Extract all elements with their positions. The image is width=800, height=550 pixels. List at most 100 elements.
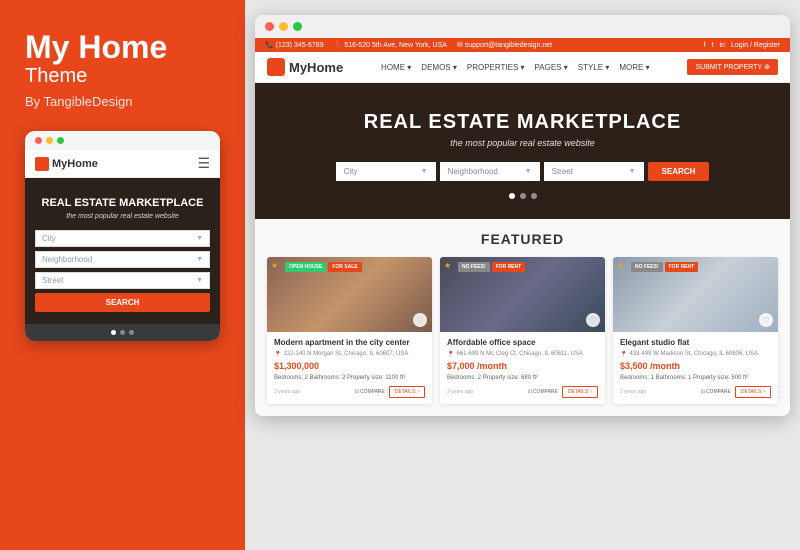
site-nav-links: HOME ▾ DEMOS ▾ PROPERTIES ▾ PAGES ▾ STYL… [381,63,650,72]
property-price-3: $3,500 /month [620,361,771,371]
property-card-3: ★ NO FEES! FOR RENT ♡ Elegant studio fla… [613,257,778,404]
submit-property-label: SUBMIT PROPERTY [695,64,762,71]
property-specs-1: Bedrooms: 2 Bathrooms: 2 Property size: … [274,375,425,381]
site-logo-icon [267,58,285,76]
mobile-logo: MyHome [35,157,98,171]
hero-neighborhood-select[interactable]: Neighborhood ▼ [440,162,540,181]
property-badges-3: NO FEES! FOR RENT [631,262,698,272]
details-arrow-1: › [417,389,419,395]
login-link[interactable]: Login / Register [731,42,780,49]
nav-more[interactable]: MORE ▾ [619,63,649,72]
social-tw-icon[interactable]: t [712,42,714,49]
property-heart-1[interactable]: ♡ [413,313,427,327]
hamburger-icon[interactable]: ☰ [197,155,210,172]
mobile-street-select[interactable]: Street ▼ [35,272,210,289]
phone-number: (123) 345-6789 [276,42,324,49]
property-info-2: Affordable office space 📍 661-699 N Mc C… [440,332,605,404]
property-card-2: ★ NO FEES! FOR RENT ♡ Affordable office … [440,257,605,404]
site-logo[interactable]: MyHome [267,58,343,76]
nav-home[interactable]: HOME ▾ [381,63,411,72]
site-top-left: 📞 (123) 345-6789 📍 516-520 5th Ave, New … [265,41,552,49]
hero-search-button[interactable]: SEARCH [648,162,710,181]
hero-dot-2 [520,193,526,199]
main-title: My Home Theme By TangibleDesign [25,30,220,109]
hero-neighborhood-label: Neighborhood [448,167,498,176]
nav-properties[interactable]: PROPERTIES ▾ [467,63,525,72]
mobile-city-arrow: ▼ [196,235,203,242]
submit-property-button[interactable]: SUBMIT PROPERTY ⊕ [687,59,778,75]
nav-pages[interactable]: PAGES ▾ [535,63,568,72]
hero-title: REAL ESTATE MARKETPLACE [270,111,775,134]
desktop-window-bar [255,15,790,38]
compare-button-1[interactable]: ⊡ COMPARE [355,389,385,395]
details-arrow-3: › [763,389,765,395]
property-info-3: Elegant studio flat 📍 433-499 W Madison … [613,332,778,404]
mobile-logo-icon [35,157,49,171]
details-button-1[interactable]: DETAILS › [389,386,425,398]
featured-section: FEATURED ★ OPEN HOUSE FOR SALE ♡ Modern … [255,219,790,416]
address-pin-1: 📍 [274,351,281,358]
property-badges-1: OPEN HOUSE FOR SALE [285,262,362,272]
mobile-street-label: Street [42,276,63,285]
property-actions-2: ⊡ COMPARE DETAILS › [528,386,598,398]
property-footer-3: 3 years ago ⊡ COMPARE DETAILS › [620,386,771,398]
property-time-2: 3 years ago [447,389,473,395]
mobile-neighborhood-arrow: ▼ [196,256,203,263]
address-item: 📍 516-520 5th Ave, New York, USA [334,41,447,49]
site-top-bar: 📞 (123) 345-6789 📍 516-520 5th Ave, New … [255,38,790,52]
desktop-dot-red [265,22,274,31]
site-logo-text: MyHome [289,60,343,75]
nav-demos[interactable]: DEMOS ▾ [421,63,457,72]
mobile-hero: REAL ESTATE MARKETPLACE the most popular… [25,178,220,324]
details-button-2[interactable]: DETAILS › [562,386,598,398]
featured-grid: ★ OPEN HOUSE FOR SALE ♡ Modern apartment… [267,257,778,404]
property-heart-2[interactable]: ♡ [586,313,600,327]
details-arrow-2: › [590,389,592,395]
location-icon: 📍 [334,41,343,49]
hero-carousel-dots [270,193,775,199]
address-pin-2: 📍 [447,351,454,358]
mobile-dot-3 [129,330,134,335]
hero-dot-1 [509,193,515,199]
mobile-street-arrow: ▼ [196,277,203,284]
property-footer-2: 3 years ago ⊡ COMPARE DETAILS › [447,386,598,398]
property-image-1: ★ OPEN HOUSE FOR SALE ♡ [267,257,432,332]
hero-neighborhood-arrow: ▼ [525,168,532,175]
mobile-search-button[interactable]: SEARCH [35,293,210,312]
hero-street-label: Street [552,167,573,176]
property-address-2: 📍 661-699 N Mc Cleg Ct, Chicago, IL 6061… [447,351,598,358]
social-in-icon[interactable]: in [720,42,725,49]
hero-city-select[interactable]: City ▼ [336,162,436,181]
title-text: My Home [25,30,220,65]
compare-icon-1: ⊡ [355,389,359,395]
mobile-neighborhood-select[interactable]: Neighborhood ▼ [35,251,210,268]
social-fb-icon[interactable]: f [704,42,706,49]
mobile-hero-subtitle: the most popular real estate website [35,213,210,220]
compare-button-3[interactable]: ⊡ COMPARE [701,389,731,395]
details-button-3[interactable]: DETAILS › [735,386,771,398]
phone-item: 📞 (123) 345-6789 [265,41,324,49]
featured-title: FEATURED [267,231,778,247]
nav-style[interactable]: STYLE ▾ [578,63,610,72]
property-price-1: $1,300,000 [274,361,425,371]
property-footer-1: 3 years ago ⊡ COMPARE DETAILS › [274,386,425,398]
badge-for-sale: FOR SALE [328,262,361,272]
property-title-3: Elegant studio flat [620,338,771,348]
mobile-nav: MyHome ☰ [25,150,220,178]
property-heart-3[interactable]: ♡ [759,313,773,327]
hero-street-select[interactable]: Street ▼ [544,162,644,181]
badge-for-rent-3: FOR RENT [665,262,699,272]
mobile-dot-1 [111,330,116,335]
badge-no-fees-2: NO FEES! [458,262,490,272]
property-address-3: 📍 433-499 W Madison St, Chicago, IL 6060… [620,351,771,358]
compare-button-2[interactable]: ⊡ COMPARE [528,389,558,395]
property-specs-3: Bedrooms: 1 Bathrooms: 1 Property size: … [620,375,771,381]
property-image-2: ★ NO FEES! FOR RENT ♡ [440,257,605,332]
mobile-top-bar [25,131,220,150]
property-star-2: ★ [444,261,451,270]
property-star-3: ★ [617,261,624,270]
address-pin-3: 📍 [620,351,627,358]
badge-open-house: OPEN HOUSE [285,262,326,272]
property-time-1: 3 years ago [274,389,300,395]
mobile-city-select[interactable]: City ▼ [35,230,210,247]
